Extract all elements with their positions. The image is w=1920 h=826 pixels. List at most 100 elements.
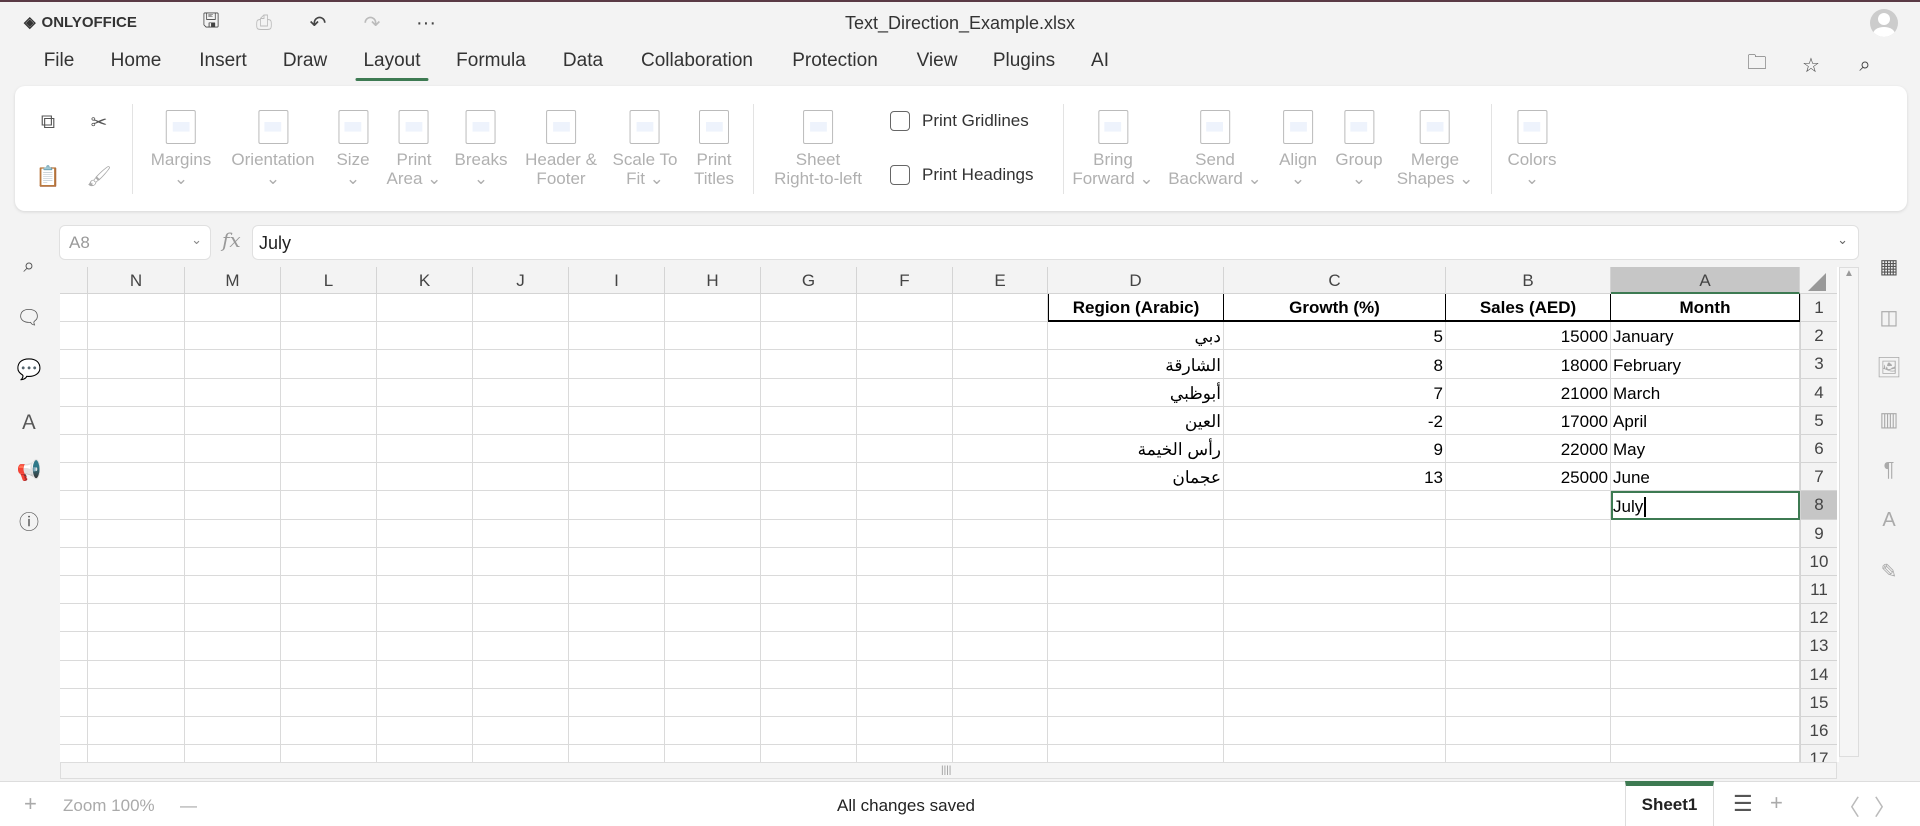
cell-H16[interactable] xyxy=(665,717,761,746)
cell-N3[interactable] xyxy=(88,350,185,379)
cell-N9[interactable] xyxy=(88,519,185,548)
cell-A13[interactable] xyxy=(1611,632,1800,661)
image-settings-icon[interactable]: 🖼 xyxy=(1874,352,1904,382)
cell-A9[interactable] xyxy=(1611,519,1800,548)
cell-M6[interactable] xyxy=(185,435,281,464)
cell-H2[interactable] xyxy=(665,322,761,351)
cell-H7[interactable] xyxy=(665,463,761,492)
cell-M4[interactable] xyxy=(185,378,281,407)
cell-N15[interactable] xyxy=(88,688,185,717)
cell-L11[interactable] xyxy=(281,576,377,605)
cell-B14[interactable] xyxy=(1446,660,1611,689)
send-backward-button[interactable]: Send Backward ⌄ xyxy=(1168,110,1262,188)
cell-L6[interactable] xyxy=(281,435,377,464)
cell-E1[interactable] xyxy=(953,294,1048,323)
cell-M13[interactable] xyxy=(185,632,281,661)
cell-K4[interactable] xyxy=(377,378,473,407)
chevron-down-icon[interactable]: ⌄ xyxy=(191,232,202,248)
cell-F2[interactable] xyxy=(857,322,953,351)
cell-partial-7[interactable] xyxy=(60,463,88,492)
paragraph-settings-icon[interactable]: ¶ xyxy=(1874,455,1904,485)
cell-F4[interactable] xyxy=(857,378,953,407)
cell-N10[interactable] xyxy=(88,547,185,576)
shape-settings-icon[interactable]: ◫ xyxy=(1874,302,1904,332)
cell-I6[interactable] xyxy=(569,435,665,464)
cell-J2[interactable] xyxy=(473,322,569,351)
signature-icon[interactable]: ✎ xyxy=(1874,556,1904,586)
name-box[interactable]: A8 ⌄ xyxy=(59,225,211,260)
cell-B7[interactable]: 25000 xyxy=(1446,463,1611,492)
cell-E8[interactable] xyxy=(953,491,1048,520)
cell-G17[interactable] xyxy=(761,745,857,762)
tab-layout[interactable]: Layout xyxy=(355,50,429,81)
cell-E9[interactable] xyxy=(953,519,1048,548)
cell-K15[interactable] xyxy=(377,688,473,717)
cell-G1[interactable] xyxy=(761,294,857,323)
cell-A17[interactable] xyxy=(1611,745,1800,762)
cell-C8[interactable] xyxy=(1224,491,1446,520)
cell-H3[interactable] xyxy=(665,350,761,379)
cell-E11[interactable] xyxy=(953,576,1048,605)
cell-C5[interactable]: -2 xyxy=(1224,406,1446,435)
cell-B1[interactable]: Sales (AED) xyxy=(1446,294,1611,323)
cell-H13[interactable] xyxy=(665,632,761,661)
cell-G10[interactable] xyxy=(761,547,857,576)
cell-H5[interactable] xyxy=(665,406,761,435)
cell-K6[interactable] xyxy=(377,435,473,464)
cell-partial-8[interactable] xyxy=(60,491,88,520)
scroll-tabs-right-icon[interactable]: 〉 xyxy=(1874,790,1896,822)
cell-H14[interactable] xyxy=(665,660,761,689)
cell-K7[interactable] xyxy=(377,463,473,492)
cell-A4[interactable]: March xyxy=(1611,378,1800,407)
cell-A16[interactable] xyxy=(1611,717,1800,746)
cell-I1[interactable] xyxy=(569,294,665,323)
horizontal-scrollbar[interactable]: |||| xyxy=(60,762,1837,779)
tab-file[interactable]: File xyxy=(44,50,75,72)
cell-C15[interactable] xyxy=(1224,688,1446,717)
cell-K12[interactable] xyxy=(377,604,473,633)
row-header-9[interactable]: 9 xyxy=(1800,519,1837,548)
column-header-J[interactable]: J xyxy=(473,267,569,294)
cell-D17[interactable] xyxy=(1048,745,1224,762)
column-header-E[interactable]: E xyxy=(953,267,1048,294)
cell-H10[interactable] xyxy=(665,547,761,576)
cell-B17[interactable] xyxy=(1446,745,1611,762)
cell-M1[interactable] xyxy=(185,294,281,323)
cell-C1[interactable]: Growth (%) xyxy=(1224,294,1446,323)
cell-B9[interactable] xyxy=(1446,519,1611,548)
cell-I4[interactable] xyxy=(569,378,665,407)
cell-E6[interactable] xyxy=(953,435,1048,464)
search-icon[interactable]: ⌕ xyxy=(1852,52,1878,78)
spreadsheet-grid[interactable]: N M L K J I H G F E D C B A 1 2 3 4 5 6 7 8 9 10 11 12 13 14 15 16 17 R… xyxy=(60,267,1839,762)
print-titles-button[interactable]: Print Titles xyxy=(694,110,734,188)
cell-G15[interactable] xyxy=(761,688,857,717)
cell-H11[interactable] xyxy=(665,576,761,605)
cell-F9[interactable] xyxy=(857,519,953,548)
cell-E13[interactable] xyxy=(953,632,1048,661)
print-icon[interactable]: ⎙ xyxy=(251,10,277,36)
cell-L1[interactable] xyxy=(281,294,377,323)
cell-H17[interactable] xyxy=(665,745,761,762)
cell-G12[interactable] xyxy=(761,604,857,633)
cell-B8[interactable] xyxy=(1446,491,1611,520)
cell-H9[interactable] xyxy=(665,519,761,548)
cell-B5[interactable]: 17000 xyxy=(1446,406,1611,435)
cell-J3[interactable] xyxy=(473,350,569,379)
cell-B16[interactable] xyxy=(1446,717,1611,746)
cell-L7[interactable] xyxy=(281,463,377,492)
tab-sheet1[interactable]: Sheet1 xyxy=(1625,781,1714,826)
cell-L4[interactable] xyxy=(281,378,377,407)
cut-icon[interactable]: ✂ xyxy=(87,110,111,134)
cell-partial-4[interactable] xyxy=(60,378,88,407)
zoom-in-icon[interactable]: + xyxy=(24,791,37,817)
cell-partial-16[interactable] xyxy=(60,717,88,746)
cell-partial-9[interactable] xyxy=(60,519,88,548)
zoom-level[interactable]: Zoom 100% xyxy=(63,796,155,816)
column-header-N[interactable]: N xyxy=(88,267,185,294)
scroll-tabs-left-icon[interactable]: 〈 xyxy=(1838,790,1860,822)
cell-M17[interactable] xyxy=(185,745,281,762)
cell-M2[interactable] xyxy=(185,322,281,351)
cell-C13[interactable] xyxy=(1224,632,1446,661)
info-icon[interactable]: ⓘ xyxy=(14,505,44,535)
chat-icon[interactable]: 💬 xyxy=(14,354,44,384)
